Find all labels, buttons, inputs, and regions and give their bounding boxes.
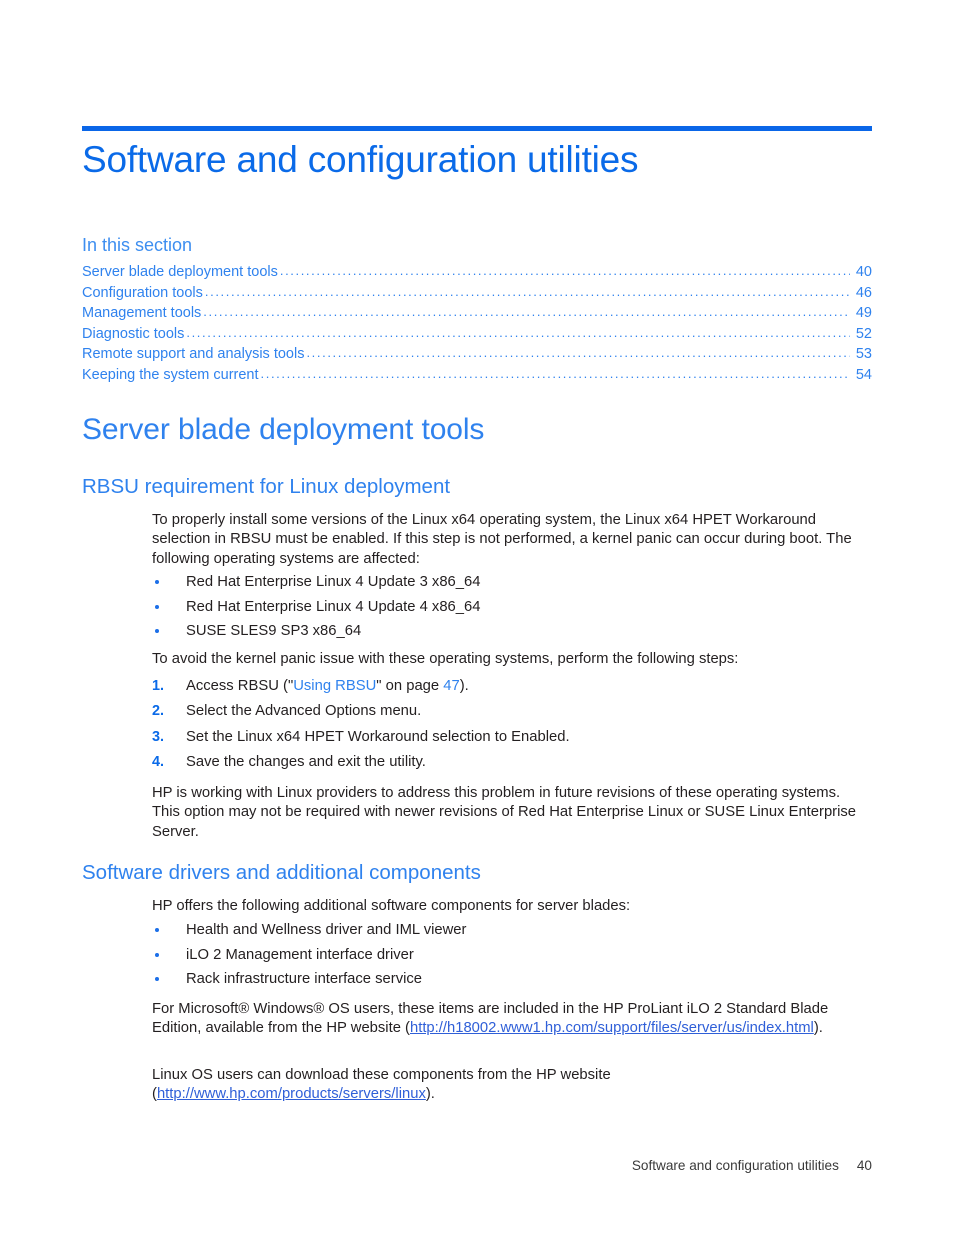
toc-dot-leader: ........................................… — [186, 324, 850, 340]
toc-entry[interactable]: Server blade deployment tools ..........… — [82, 262, 872, 283]
list-item: iLO 2 Management interface driver — [152, 943, 870, 968]
step-text-middle: " on page — [376, 678, 444, 694]
software-drivers-intro-text: HP offers the following additional softw… — [152, 898, 631, 914]
bullet-icon — [155, 977, 159, 982]
hp-linux-products-link[interactable]: http://www.hp.com/products/servers/linux — [157, 1086, 426, 1102]
rbsu-intro-paragraph: To properly install some versions of the… — [152, 511, 870, 569]
windows-text-after: ). — [813, 1020, 823, 1037]
footer-page-number: 40 — [856, 1158, 872, 1173]
step-number: 2. — [152, 703, 165, 720]
toc-dot-leader: ........................................… — [204, 283, 850, 299]
bullet-icon — [155, 928, 159, 932]
heading-server-blade-deployment-tools: Server blade deployment tools — [82, 413, 485, 446]
heading-software-drivers: Software drivers and additional componen… — [82, 861, 481, 884]
rbsu-steps-intro-text: To avoid the kernel panic issue with the… — [152, 651, 739, 667]
toc-entry-page: 54 — [855, 366, 872, 383]
step-item: 1. Access RBSU ("Using RBSU" on page 47)… — [152, 674, 870, 699]
chapter-rule — [82, 126, 872, 131]
cross-reference-link[interactable]: Using RBSU — [293, 678, 376, 694]
bullet-icon — [155, 629, 159, 634]
hp-support-files-link[interactable]: http://h18002.www1.hp.com/support/files/… — [410, 1020, 814, 1036]
toc-entry[interactable]: Management tools .......................… — [82, 303, 872, 324]
step-text-prefix: Access RBSU (" — [186, 678, 294, 694]
toc-dot-leader: ........................................… — [260, 365, 850, 381]
toc-entry[interactable]: Configuration tools ....................… — [82, 283, 872, 304]
toc-heading: In this section — [82, 235, 193, 255]
step-item: 4. Save the changes and exit the utility… — [152, 750, 870, 775]
step-number: 3. — [152, 728, 165, 745]
rbsu-closing-paragraph: HP is working with Linux providers to ad… — [152, 784, 870, 842]
toc-entry-label: Server blade deployment tools — [82, 264, 278, 280]
toc-entry[interactable]: Keeping the system current .............… — [82, 365, 872, 386]
step-item: 2. Select the Advanced Options menu. — [152, 699, 870, 724]
toc-entry-label: Diagnostic tools — [82, 325, 185, 342]
toc-entry-page: 40 — [855, 264, 872, 280]
list-item-label: SUSE SLES9 SP3 x86_64 — [186, 623, 362, 640]
linux-users-text: Linux OS users can download these compon… — [152, 1066, 870, 1105]
toc-dot-leader: ........................................… — [279, 263, 850, 278]
toc-entry-page: 53 — [855, 346, 872, 362]
step-number: 4. — [152, 754, 165, 771]
list-item-label: Red Hat Enterprise Linux 4 Update 3 x86_… — [186, 574, 481, 590]
software-components-list: Health and Wellness driver and IML viewe… — [152, 918, 870, 992]
step-text: Select the Advanced Options menu. — [186, 703, 422, 720]
toc-dot-leader: ........................................… — [203, 304, 850, 319]
list-item: Red Hat Enterprise Linux 4 Update 4 x86_… — [152, 595, 870, 620]
step-text: Save the changes and exit the utility. — [186, 754, 426, 771]
rbsu-closing-text: HP is working with Linux providers to ad… — [152, 785, 857, 840]
list-item-label: Health and Wellness driver and IML viewe… — [186, 922, 467, 938]
bullet-icon — [155, 952, 159, 957]
bullet-icon — [155, 580, 159, 584]
windows-users-text: For Microsoft® Windows® OS users, these … — [152, 1000, 870, 1039]
toc-entry-page: 46 — [855, 284, 872, 301]
windows-users-paragraph: For Microsoft® Windows® OS users, these … — [152, 1000, 870, 1039]
list-item: SUSE SLES9 SP3 x86_64 — [152, 619, 870, 644]
rbsu-steps-intro: To avoid the kernel panic issue with the… — [152, 650, 870, 669]
list-item-label: iLO 2 Management interface driver — [186, 946, 414, 963]
toc-entry-page: 52 — [855, 325, 872, 342]
document-page: Software and configuration utilities In … — [0, 0, 954, 1235]
toc-entry[interactable]: Diagnostic tools .......................… — [82, 324, 872, 345]
heading-rbsu-requirement: RBSU requirement for Linux deployment — [82, 475, 451, 498]
list-item: Red Hat Enterprise Linux 4 Update 3 x86_… — [152, 570, 870, 595]
page-footer: Software and configuration utilities 40 — [82, 1158, 872, 1173]
toc-entry-label: Management tools — [82, 305, 202, 321]
list-item: Rack infrastructure interface service — [152, 967, 870, 992]
software-drivers-intro: HP offers the following additional softw… — [152, 897, 870, 916]
toc-entry-label: Keeping the system current — [82, 366, 259, 383]
rbsu-steps-list: 1. Access RBSU ("Using RBSU" on page 47)… — [152, 674, 870, 776]
toc-entry[interactable]: Remote support and analysis tools ......… — [82, 344, 872, 365]
step-item: 3. Set the Linux x64 HPET Workaround sel… — [152, 725, 870, 750]
list-item: Health and Wellness driver and IML viewe… — [152, 918, 870, 943]
cross-reference-page[interactable]: 47 — [443, 678, 459, 694]
affected-os-list: Red Hat Enterprise Linux 4 Update 3 x86_… — [152, 570, 870, 644]
toc-entry-label: Configuration tools — [82, 284, 203, 301]
toc-list: Server blade deployment tools ..........… — [82, 262, 872, 385]
list-item-label: Red Hat Enterprise Linux 4 Update 4 x86_… — [186, 598, 481, 615]
step-text-suffix: ). — [459, 678, 469, 694]
bullet-icon — [155, 604, 159, 609]
in-this-section-block: In this section Server blade deployment … — [82, 234, 872, 385]
page-title: Software and configuration utilities — [82, 139, 639, 180]
footer-title: Software and configuration utilities — [631, 1158, 839, 1173]
toc-entry-page: 49 — [855, 305, 872, 321]
rbsu-intro-text: To properly install some versions of the… — [152, 512, 852, 567]
step-text: Set the Linux x64 HPET Workaround select… — [186, 728, 570, 745]
linux-text-after: ). — [425, 1086, 435, 1103]
list-item-label: Rack infrastructure interface service — [186, 971, 423, 988]
linux-users-paragraph: Linux OS users can download these compon… — [152, 1066, 870, 1105]
toc-entry-label: Remote support and analysis tools — [82, 346, 305, 362]
toc-dot-leader: ........................................… — [306, 345, 850, 360]
step-number: 1. — [152, 678, 165, 694]
